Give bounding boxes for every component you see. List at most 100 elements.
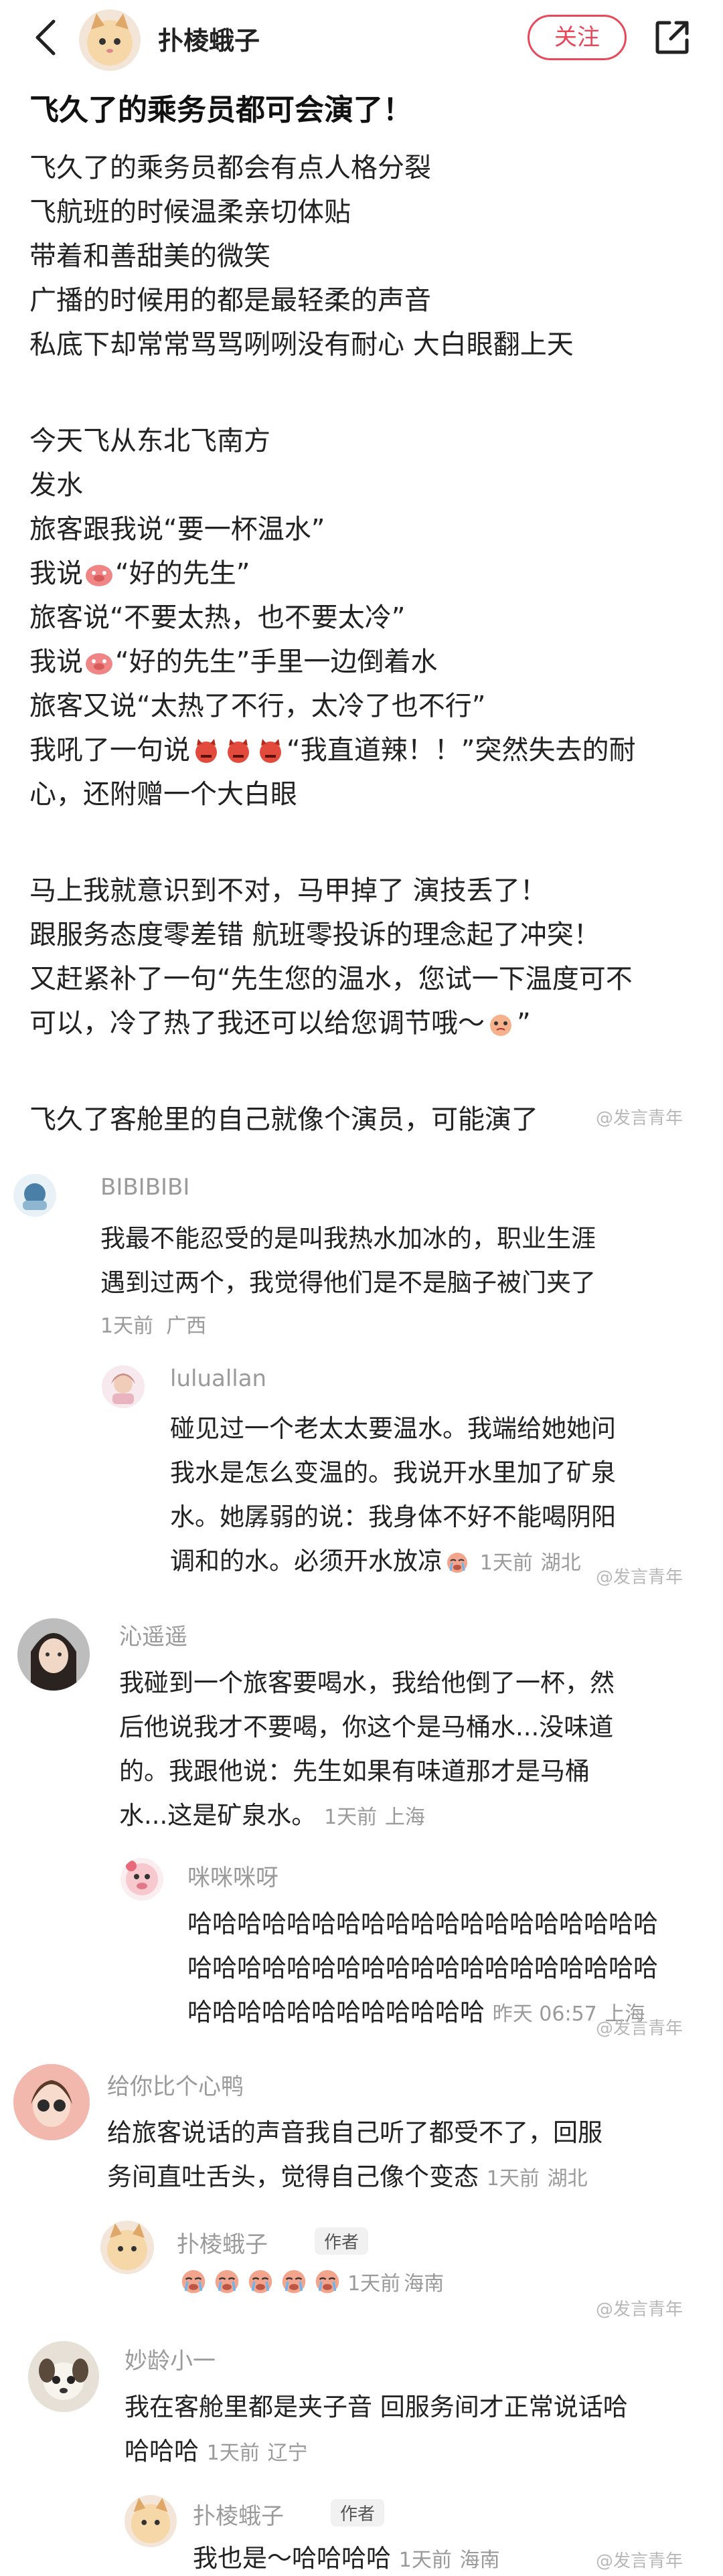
commenter-name[interactable]: 扑棱蛾子 xyxy=(193,2498,284,2530)
angry-devil-emoji-icon xyxy=(224,738,253,771)
comment-time: 1天前 xyxy=(324,1806,378,1829)
commenter-avatar[interactable] xyxy=(17,1618,90,1691)
comment-text-line: 务间直吐舌头，觉得自己像个变态 1天前 湖北 xyxy=(107,2156,588,2193)
comment-text-line: 给旅客说话的声音我自己听了都受不了，回服 xyxy=(107,2118,602,2147)
commenter-name[interactable]: luluallan xyxy=(170,1365,266,1392)
comment-text-line: 碰见过一个老太太要温水。我端给她她问 xyxy=(170,1414,616,1443)
post-line-text: 我说 xyxy=(29,647,83,677)
commenter-avatar[interactable] xyxy=(28,2341,99,2412)
comment-text: 水...这是矿泉水。 xyxy=(119,1801,317,1830)
comment-text-line: 我最不能忍受的是叫我热水加冰的，职业生涯 xyxy=(100,1224,596,1253)
comment-text-line: 1天前 海南 xyxy=(177,2266,444,2298)
shy-pig-emoji-icon xyxy=(84,649,114,683)
post-line: 广播的时候用的都是最轻柔的声音 xyxy=(29,285,431,316)
post-line-text: 我说 xyxy=(29,558,83,589)
commenter-avatar[interactable] xyxy=(102,1365,145,1408)
commenter-name[interactable]: 妙龄小一 xyxy=(125,2342,216,2375)
author-name[interactable]: 扑棱蛾子 xyxy=(158,20,260,57)
post-line: 可以，冷了热了我还可以给您调节哦～ ” xyxy=(29,1001,531,1044)
post-line: 旅客说“不要太热，也不要太冷” xyxy=(29,602,406,633)
post-line: 我说 “好的先生” xyxy=(29,551,250,594)
post-line-text: “好的先生”手里一边倒着水 xyxy=(115,647,438,677)
comment-location: 海南 xyxy=(459,2549,500,2572)
crying-face-emoji-icon xyxy=(178,2266,209,2298)
comment-text: 调和的水。必须开水放凉 xyxy=(170,1547,443,1575)
comment-location: 湖北 xyxy=(547,2167,588,2191)
comment-text: 我也是～哈哈哈哈 xyxy=(193,2544,391,2573)
comment-text-line: 我碰到一个旅客要喝水，我给他倒了一杯，然 xyxy=(119,1668,615,1697)
comment-text: 哈哈哈 xyxy=(125,2437,199,2466)
comment-location: 辽宁 xyxy=(267,2441,308,2465)
comment-time: 1天前 xyxy=(479,1551,533,1575)
post-line: 今天飞从东北飞南方 xyxy=(29,426,270,456)
commenter-name[interactable]: 咪咪咪呀 xyxy=(187,1859,278,1892)
crying-face-emoji-icon xyxy=(245,2266,276,2298)
comment-time: 1天前 xyxy=(486,2167,540,2191)
post-title: 飞久了的乘务员都可会演了！ xyxy=(29,93,412,127)
post-line: 飞航班的时候温柔亲切体贴 xyxy=(29,197,351,228)
author-badge: 作者 xyxy=(331,2499,385,2526)
comment-text-line: 水...这是矿泉水。 1天前 上海 xyxy=(119,1795,425,1831)
commenter-avatar[interactable] xyxy=(13,2064,90,2140)
watermark: @发言青年 xyxy=(596,1567,684,1587)
commenter-avatar[interactable] xyxy=(120,1858,163,1901)
comment-time: 1天前 xyxy=(206,2441,260,2465)
comment-text-line: 哈哈哈 1天前 辽宁 xyxy=(125,2431,308,2467)
post-line: 我吼了一句说 “我直道辣！！”突然失去的耐 xyxy=(29,728,635,771)
top-bar: 扑棱蛾子 关注 xyxy=(0,0,723,80)
post-line: 发水 xyxy=(29,470,83,501)
angry-devil-emoji-icon xyxy=(191,738,221,771)
commenter-name[interactable]: BIBIBIBI xyxy=(100,1174,189,1201)
comment-meta: 1天前 广西 xyxy=(100,1309,206,1339)
comment-text-line: 哈哈哈哈哈哈哈哈哈哈哈哈哈哈哈哈哈哈哈 xyxy=(187,1909,658,1938)
commenter-avatar[interactable] xyxy=(13,1174,56,1217)
shy-pig-emoji-icon xyxy=(84,561,114,594)
comment-text: 务间直吐舌头，觉得自己像个变态 xyxy=(107,2162,479,2191)
post-line: 旅客跟我说“要一杯温水” xyxy=(29,514,325,545)
follow-button[interactable]: 关注 xyxy=(528,15,627,60)
comment-time: 1天前 xyxy=(398,2549,452,2572)
author-avatar[interactable] xyxy=(79,9,141,71)
post-line: 我说 “好的先生”手里一边倒着水 xyxy=(29,640,437,683)
comment-text-line: 哈哈哈哈哈哈哈哈哈哈哈哈哈哈哈哈哈哈哈 xyxy=(187,1954,658,1982)
comment-text-line: 调和的水。必须开水放凉 1天前 湖北 xyxy=(170,1541,581,1581)
author-reply-avatar[interactable] xyxy=(125,2495,177,2547)
post-line: 马上我就意识到不对，马甲掉了 演技丢了！ xyxy=(29,875,547,906)
post-line-text: ” xyxy=(517,1008,531,1039)
post-line: 又赶紧补了一句“先生您的温水，您试一下温度可不 xyxy=(29,964,633,995)
post-line: 飞久了的乘务员都会有点人格分裂 xyxy=(29,153,431,183)
back-arrow-icon[interactable] xyxy=(29,17,62,58)
post-line: 心，还附赠一个大白眼 xyxy=(29,779,297,810)
share-icon[interactable] xyxy=(653,19,691,56)
comment-time: 1天前 xyxy=(100,1314,154,1338)
pleading-face-emoji-icon xyxy=(486,1011,515,1044)
author-badge: 作者 xyxy=(315,2227,369,2255)
commenter-name[interactable]: 沁遥遥 xyxy=(119,1618,187,1651)
commenter-name[interactable]: 给你比个心鸭 xyxy=(107,2068,244,2101)
watermark: @发言青年 xyxy=(596,1108,684,1128)
post-line: 旅客又说“太热了不行，太冷了也不行” xyxy=(29,691,486,721)
comment-location: 上海 xyxy=(384,1806,425,1829)
comment-text-line: 我在客舱里都是夹子音 回服务间才正常说话哈 xyxy=(125,2393,628,2421)
post-line-text: “我直道辣！！”突然失去的耐 xyxy=(287,735,636,766)
watermark: @发言青年 xyxy=(596,2300,684,2320)
watermark: @发言青年 xyxy=(596,2019,684,2039)
crying-face-emoji-icon xyxy=(444,1549,471,1581)
post-line-text: 可以，冷了热了我还可以给您调节哦～ xyxy=(29,1008,485,1039)
post-line-text: “好的先生” xyxy=(115,558,250,589)
post-line-text: 我吼了一句说 xyxy=(29,735,190,766)
comment-location: 海南 xyxy=(404,2272,445,2296)
author-reply-avatar[interactable] xyxy=(100,2221,154,2274)
commenter-name[interactable]: 扑棱蛾子 xyxy=(177,2226,268,2259)
comment-location: 广西 xyxy=(166,1314,207,1338)
post-line: 飞久了客舱里的自己就像个演员，可能演了 xyxy=(29,1104,538,1135)
crying-face-emoji-icon xyxy=(212,2266,242,2298)
comment-text-line: 我也是～哈哈哈哈 1天前 海南 xyxy=(193,2538,500,2574)
comment-location: 湖北 xyxy=(540,1551,581,1575)
crying-face-emoji-icon xyxy=(312,2266,343,2298)
watermark: @发言青年 xyxy=(596,2551,684,2571)
comment-text-line: 我水是怎么变温的。我说开水里加了矿泉 xyxy=(170,1458,616,1487)
comment-time: 昨天 06:57 xyxy=(492,2002,597,2026)
comment-text: 哈哈哈哈哈哈哈哈哈哈哈哈 xyxy=(187,1998,485,2027)
angry-devil-emoji-icon xyxy=(256,738,285,771)
